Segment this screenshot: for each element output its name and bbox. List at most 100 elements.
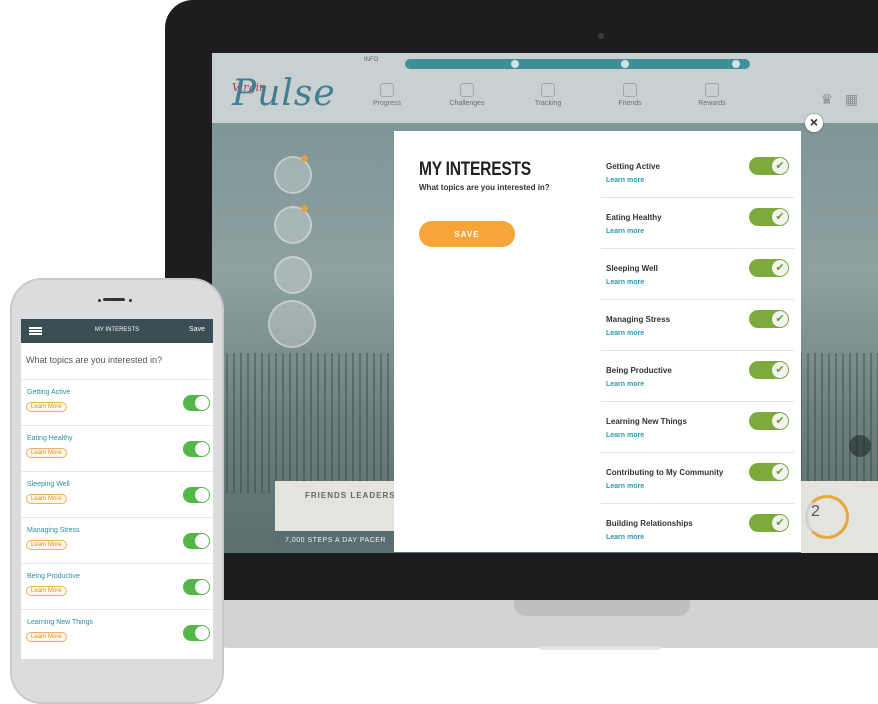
- interest-row: Eating Healthy Learn more ✔: [601, 198, 794, 249]
- phone-interest-row: Eating Healthy Learn More: [21, 425, 213, 471]
- ring-number: 2: [811, 503, 820, 520]
- interests-modal: MY INTERESTS What topics are you interes…: [394, 131, 801, 552]
- phone-interest-row: Getting Active Learn More: [21, 379, 213, 425]
- interest-name: Learning New Things: [27, 619, 94, 626]
- learn-more-link[interactable]: Learn more: [606, 330, 644, 337]
- learn-more-link[interactable]: Learn more: [606, 177, 644, 184]
- friends-card-bar: 7,000 STEPS A DAY PACER: [275, 531, 405, 553]
- phone-question: What topics are you interested in?: [26, 355, 163, 365]
- check-icon: ✔: [772, 209, 788, 225]
- app-header: Virgin Pulse INFO Progress Challenges Tr…: [212, 53, 878, 123]
- nav-rewards[interactable]: Rewards: [682, 83, 742, 107]
- phone-sensor: [98, 299, 101, 302]
- interest-toggle[interactable]: [183, 625, 210, 641]
- nav-friends[interactable]: Friends: [600, 83, 660, 107]
- friends-leaderboard-card[interactable]: FRIENDS LEADERS 7,000 STEPS A DAY PACER: [275, 481, 405, 553]
- interest-toggle[interactable]: [183, 579, 210, 595]
- modal-title: MY INTERESTS: [419, 159, 531, 180]
- header-progress-bar: [405, 59, 750, 69]
- interest-name: Eating Healthy: [606, 213, 662, 222]
- nav-label: Tracking: [534, 100, 562, 107]
- interest-name: Getting Active: [606, 162, 660, 171]
- interest-name: Eating Healthy: [27, 435, 73, 442]
- learn-more-link[interactable]: Learn more: [606, 483, 644, 490]
- check-icon: ✔: [772, 260, 788, 276]
- interest-toggle[interactable]: [183, 441, 210, 457]
- phone-screen: MY INTERESTS Save What topics are you in…: [21, 319, 213, 659]
- trophy-icon[interactable]: ♛: [821, 91, 834, 107]
- learn-more-link[interactable]: Learn more: [606, 279, 644, 286]
- interest-toggle[interactable]: ✔: [749, 259, 789, 277]
- interest-name: Being Productive: [27, 573, 80, 580]
- phone-speaker: [103, 298, 125, 301]
- progress-icon: [380, 83, 394, 97]
- interest-name: Sleeping Well: [606, 264, 658, 273]
- interest-toggle[interactable]: ✔: [749, 310, 789, 328]
- nav-label: Challenges: [449, 100, 485, 107]
- interest-toggle[interactable]: ✔: [749, 514, 789, 532]
- learn-more-link[interactable]: Learn more: [606, 381, 644, 388]
- sidebar-circle-button[interactable]: [274, 206, 312, 244]
- interest-name: Contributing to My Community: [606, 468, 724, 477]
- check-icon: ✔: [772, 158, 788, 174]
- nav-label: Rewards: [698, 100, 726, 107]
- phone-interest-row: Managing Stress Learn More: [21, 517, 213, 563]
- app-logo[interactable]: Pulse: [232, 73, 336, 114]
- interest-toggle[interactable]: ✔: [749, 361, 789, 379]
- interest-name: Sleeping Well: [27, 481, 70, 488]
- interest-name: Building Relationships: [606, 519, 693, 528]
- progress-marker: [621, 60, 629, 68]
- interest-row: Getting Active Learn more ✔: [601, 147, 794, 198]
- notification-badge: [301, 205, 308, 212]
- progress-marker: [511, 60, 519, 68]
- interest-toggle[interactable]: ✔: [749, 208, 789, 226]
- check-icon: ✔: [772, 362, 788, 378]
- laptop-foot: [540, 646, 660, 650]
- progress-ring-card[interactable]: 2: [801, 481, 878, 553]
- learn-more-button[interactable]: Learn More: [26, 448, 67, 458]
- sidebar-circle-button[interactable]: [274, 156, 312, 194]
- interest-row: Contributing to My Community Learn more ✔: [601, 453, 794, 504]
- laptop-camera: [598, 33, 604, 39]
- toggle-knob: [195, 488, 209, 502]
- camera-icon[interactable]: [849, 435, 871, 457]
- learn-more-button[interactable]: Learn More: [26, 494, 67, 504]
- learn-more-link[interactable]: Learn more: [606, 228, 644, 235]
- toggle-knob: [195, 580, 209, 594]
- interest-toggle[interactable]: ✔: [749, 463, 789, 481]
- progress-marker: [732, 60, 740, 68]
- interest-toggle[interactable]: [183, 487, 210, 503]
- interest-toggle[interactable]: ✔: [749, 412, 789, 430]
- close-icon[interactable]: ×: [805, 114, 823, 132]
- toggle-knob: [195, 396, 209, 410]
- learn-more-button[interactable]: Learn More: [26, 586, 67, 596]
- phone-sensor: [129, 299, 132, 302]
- interest-toggle[interactable]: ✔: [749, 157, 789, 175]
- check-icon: ✔: [772, 311, 788, 327]
- nav-challenges[interactable]: Challenges: [437, 83, 497, 107]
- toggle-knob: [195, 442, 209, 456]
- learn-more-button[interactable]: Learn More: [26, 402, 67, 412]
- interest-row: Managing Stress Learn more ✔: [601, 300, 794, 351]
- toggle-knob: [195, 626, 209, 640]
- interest-toggle[interactable]: [183, 395, 210, 411]
- header-actions: ♛ ▦: [821, 91, 858, 108]
- sidebar-circle-button[interactable]: [274, 256, 312, 294]
- friends-icon: [623, 83, 637, 97]
- learn-more-link[interactable]: Learn more: [606, 432, 644, 439]
- learn-more-button[interactable]: Learn More: [26, 540, 67, 550]
- interest-name: Learning New Things: [606, 417, 687, 426]
- sidebar-profile-button[interactable]: [268, 300, 316, 348]
- header-label: INFO: [364, 57, 379, 63]
- calendar-icon[interactable]: ▦: [845, 91, 858, 107]
- phone-save-button[interactable]: Save: [189, 326, 205, 333]
- notification-badge: [301, 155, 308, 162]
- learn-more-button[interactable]: Learn More: [26, 632, 67, 642]
- phone-interest-row: Being Productive Learn More: [21, 563, 213, 609]
- interest-toggle[interactable]: [183, 533, 210, 549]
- save-button[interactable]: SAVE: [419, 221, 515, 247]
- nav-label: Progress: [372, 100, 401, 107]
- learn-more-link[interactable]: Learn more: [606, 534, 644, 541]
- nav-progress[interactable]: Progress: [357, 83, 417, 107]
- nav-tracking[interactable]: Tracking: [518, 83, 578, 107]
